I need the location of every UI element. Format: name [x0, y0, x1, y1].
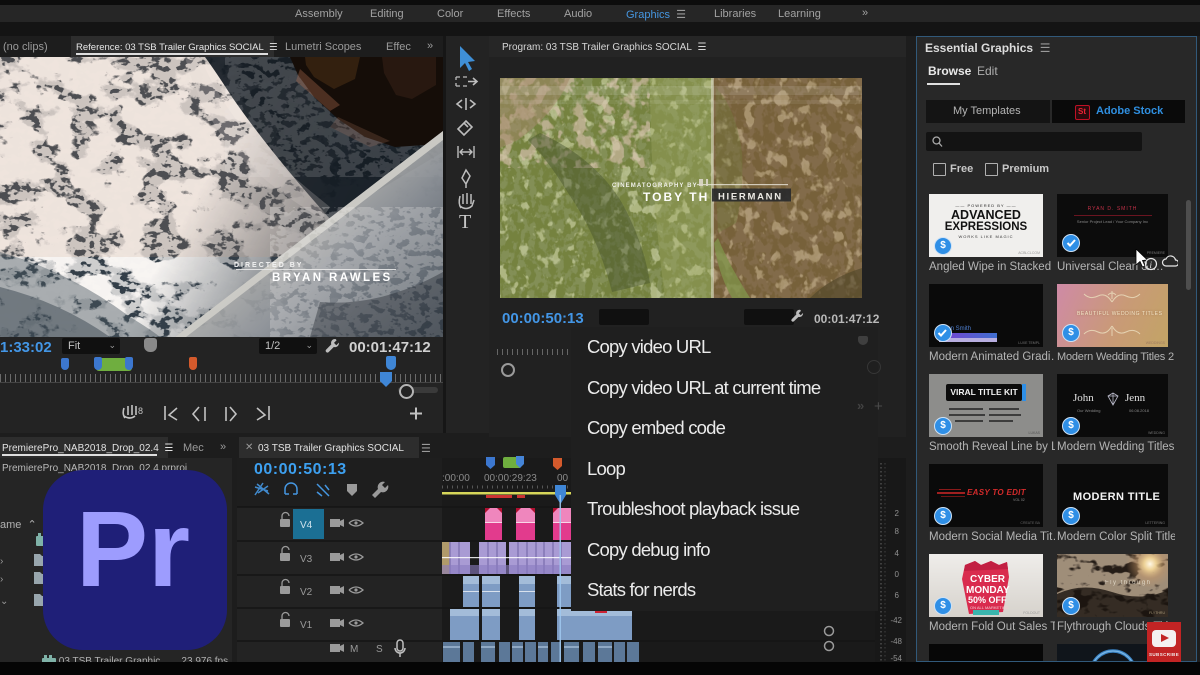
svg-text:8: 8	[895, 527, 900, 536]
svg-text:Fly through: Fly through	[1105, 580, 1152, 586]
svg-text:00:00:29:23: 00:00:29:23	[484, 473, 537, 484]
svg-text:V4: V4	[300, 520, 313, 531]
svg-text:CINEMATOGRAPHY BY: CINEMATOGRAPHY BY	[612, 183, 698, 189]
svg-text:00: 00	[557, 473, 569, 484]
svg-text:M: M	[350, 644, 358, 655]
svg-text:0: 0	[895, 570, 900, 579]
svg-text:›: ›	[0, 574, 3, 585]
svg-text:HIERMANN: HIERMANN	[718, 192, 783, 203]
svg-text:-42: -42	[890, 616, 902, 625]
svg-text:V2: V2	[300, 587, 313, 598]
svg-text:CYBER: CYBER	[970, 574, 1006, 585]
svg-text:DIRECTED BY: DIRECTED BY	[234, 262, 303, 269]
svg-text:TOBY TH: TOBY TH	[643, 190, 709, 204]
svg-text:⌄: ⌄	[0, 596, 8, 607]
svg-text:-48: -48	[890, 637, 902, 646]
svg-text:50% OFF: 50% OFF	[968, 595, 1007, 605]
svg-text:V3: V3	[300, 554, 313, 565]
svg-text::00:00: :00:00	[442, 473, 470, 484]
svg-text:6: 6	[895, 591, 900, 600]
svg-text:›: ›	[0, 556, 3, 567]
svg-text:S: S	[376, 644, 383, 655]
svg-text:BRYAN RAWLES: BRYAN RAWLES	[272, 272, 393, 284]
svg-text:ON ALL MARKETING: ON ALL MARKETING	[970, 605, 1009, 610]
svg-text:8: 8	[138, 406, 143, 416]
svg-text:V1: V1	[300, 620, 313, 631]
svg-text:-54: -54	[890, 654, 902, 662]
svg-text:4: 4	[895, 549, 900, 558]
svg-text:i: i	[1150, 260, 1153, 270]
svg-text:2: 2	[895, 509, 900, 518]
svg-text:T: T	[459, 211, 471, 233]
